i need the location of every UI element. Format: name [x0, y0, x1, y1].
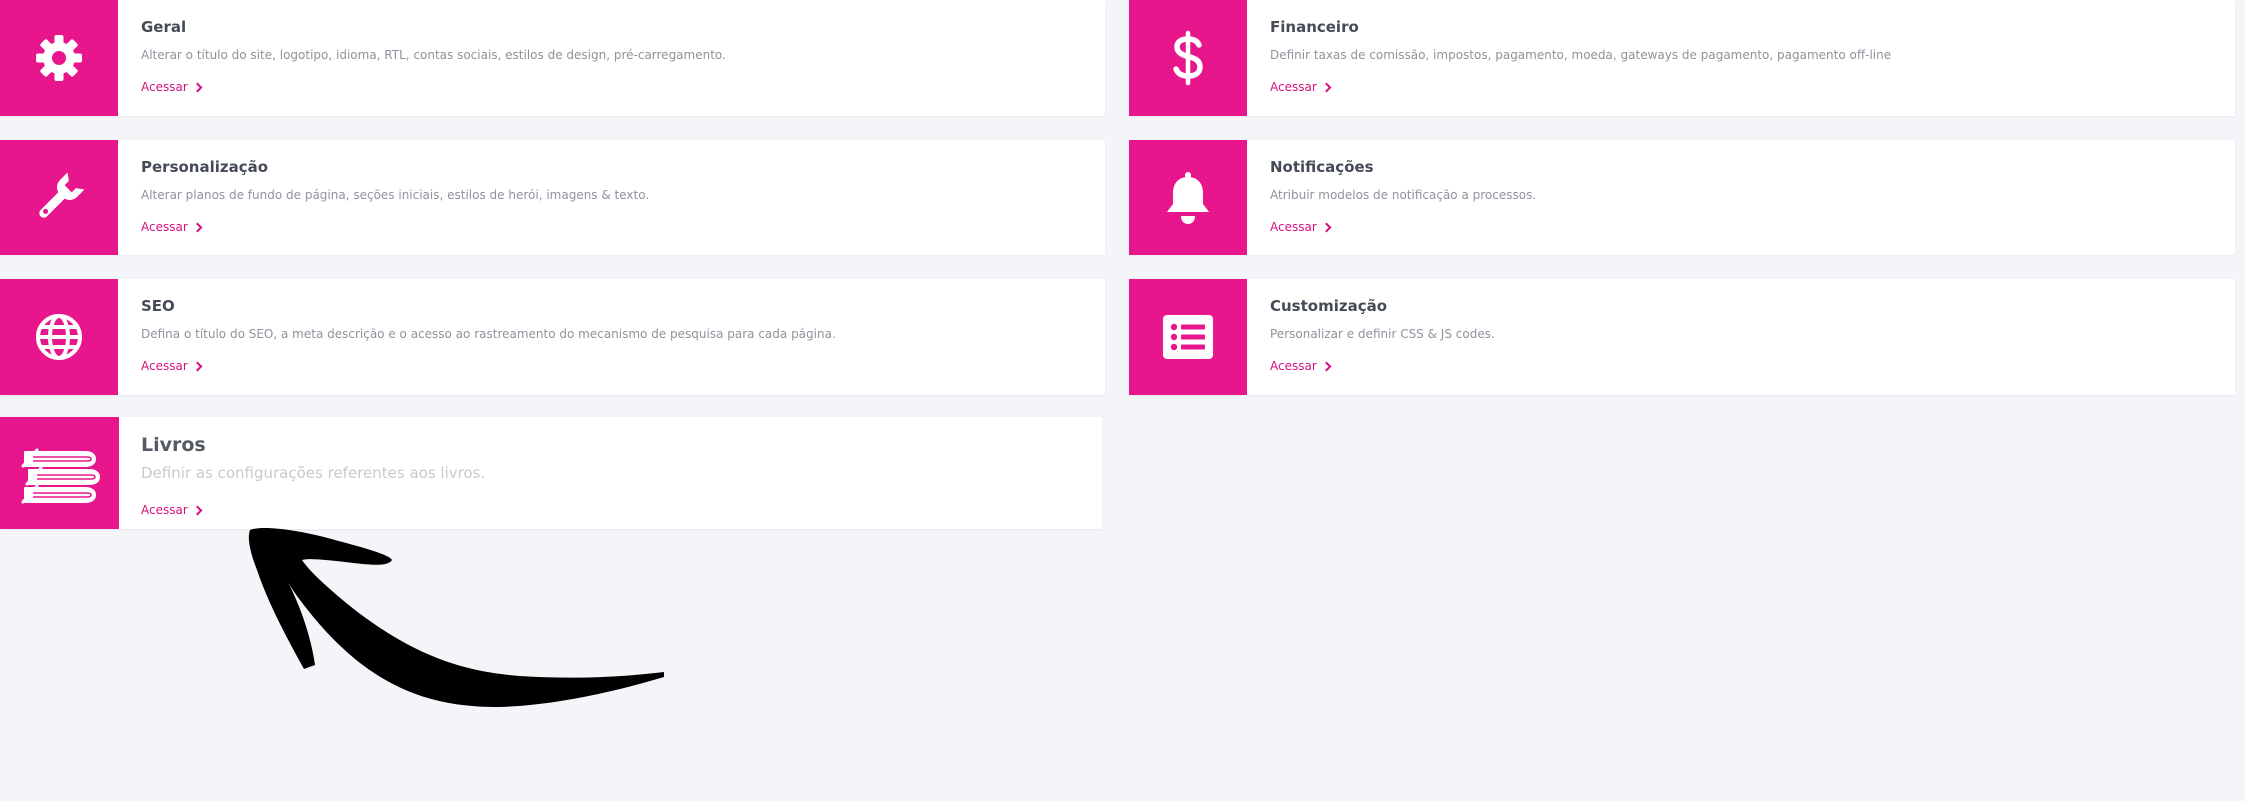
annotation-arrow-icon: [248, 528, 664, 708]
settings-page: Geral Alterar o título do site, logotipo…: [0, 0, 2245, 801]
